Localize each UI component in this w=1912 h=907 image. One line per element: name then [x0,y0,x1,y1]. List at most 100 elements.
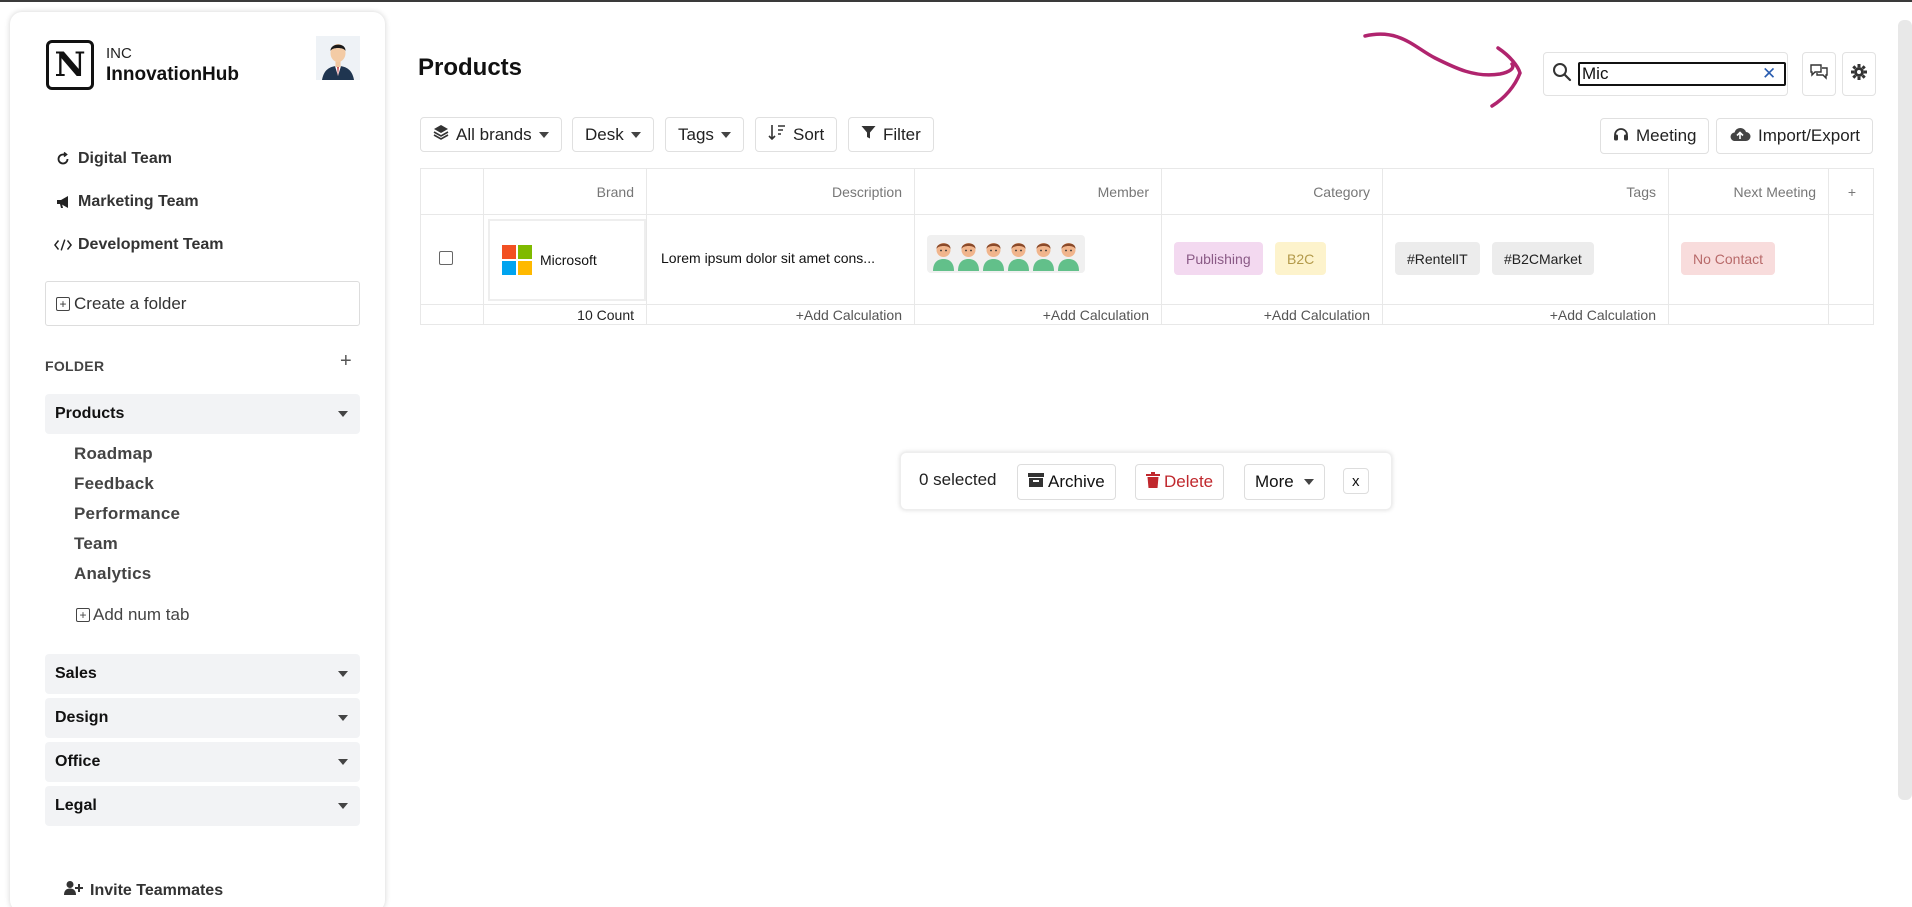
member-avatar-icon[interactable] [1006,237,1031,271]
category-badge-b2c: B2C [1275,242,1327,275]
user-avatar[interactable] [316,36,360,80]
member-avatar-icon[interactable] [1031,237,1056,271]
caret-down-icon [1303,479,1314,485]
folder-label: Office [55,753,101,770]
column-header-brand[interactable]: Brand [484,169,647,214]
delete-button[interactable]: Delete [1135,464,1225,500]
filter-button[interactable]: Filter [848,117,934,152]
chat-icon [1809,63,1829,86]
row-checkbox[interactable] [439,251,453,265]
invite-label: Invite Teammates [90,881,224,899]
folder-design[interactable]: Design [45,698,360,738]
desk-dropdown[interactable]: Desk [572,117,654,152]
chat-button[interactable] [1802,52,1836,96]
company-name: InnovationHub [106,63,239,85]
desk-label: Desk [585,124,624,144]
company-type: INC [106,44,132,62]
sidebar-item-development-team[interactable]: Development Team [54,236,224,254]
brand-cell[interactable]: Microsoft [484,215,647,304]
close-bulk-bar-button[interactable]: x [1343,468,1369,494]
sidebar-item-marketing-team[interactable]: Marketing Team [54,193,199,211]
sidebar-subitem-analytics[interactable]: Analytics [74,564,151,584]
import-export-button[interactable]: Import/Export [1716,118,1874,154]
add-calculation-description[interactable]: +Add Calculation [647,305,915,324]
column-header-next-meeting[interactable]: Next Meeting [1669,169,1829,214]
plus-square-icon: + [76,608,90,622]
search-icon [1552,62,1572,87]
category-cell[interactable]: Publishing B2C [1162,215,1383,304]
sort-button[interactable]: Sort [755,117,838,152]
sidebar-subitem-team[interactable]: Team [74,534,118,554]
member-avatar-icon[interactable] [931,237,956,271]
footer-empty [1829,305,1875,324]
microsoft-logo-icon [502,245,532,275]
caret-down-icon [538,131,549,138]
add-calculation-tags[interactable]: +Add Calculation [1383,305,1669,324]
column-header-tags[interactable]: Tags [1383,169,1669,214]
tags-dropdown[interactable]: Tags [665,117,744,152]
sidebar-item-digital-team[interactable]: Digital Team [54,150,172,168]
tag-badge: #RentelIT [1395,242,1480,275]
meeting-button[interactable]: Meeting [1600,118,1710,154]
caret-down-icon [338,715,348,721]
column-header-description[interactable]: Description [647,169,915,214]
more-dropdown[interactable]: More [1244,464,1325,500]
trash-icon [1146,471,1160,493]
clear-search-icon[interactable]: ✕ [1762,64,1776,84]
description-cell[interactable]: Lorem ipsum dolor sit amet cons... [647,215,915,304]
archive-button[interactable]: Archive [1017,464,1116,500]
member-avatar-icon[interactable] [956,237,981,271]
filter-label: Filter [883,124,921,144]
search-input[interactable] [1578,62,1786,86]
member-avatar-icon[interactable] [1056,237,1081,271]
column-header-member[interactable]: Member [915,169,1162,214]
refresh-icon [54,150,72,168]
footer-empty [1669,305,1829,324]
filter-icon [861,125,876,145]
window-top-border [0,0,1912,2]
layers-icon [433,124,449,145]
bulk-action-bar: 0 selected Archive Delete More x [900,452,1392,510]
code-icon [54,236,72,254]
notion-logo-icon: N [46,40,94,90]
sidebar-item-label: Development Team [78,236,224,253]
scrollbar[interactable] [1898,20,1912,800]
settings-button[interactable] [1842,52,1876,96]
description-text: Lorem ipsum dolor sit amet cons... [661,250,875,266]
table-row[interactable]: Microsoft Lorem ipsum dolor sit amet con… [420,215,1874,305]
sidebar-subitem-roadmap[interactable]: Roadmap [74,444,153,464]
archive-label: Archive [1048,472,1105,491]
add-folder-icon[interactable]: + [340,350,352,373]
workspace-brand[interactable]: N INC InnovationHub [46,40,239,90]
sidebar-subitem-performance[interactable]: Performance [74,504,180,524]
add-tab-label: Add num tab [93,605,190,624]
folder-sales[interactable]: Sales [45,654,360,694]
delete-label: Delete [1164,472,1214,491]
folder-office[interactable]: Office [45,742,360,782]
column-header-category[interactable]: Category [1162,169,1383,214]
next-meeting-cell[interactable]: No Contact [1669,215,1829,304]
sidebar-subitem-feedback[interactable]: Feedback [74,474,154,494]
caret-down-icon [720,131,731,138]
member-cell[interactable] [915,215,1162,304]
cloud-upload-icon [1729,126,1751,147]
member-avatars [927,235,1085,273]
folder-legal[interactable]: Legal [45,786,360,826]
member-avatar-icon[interactable] [981,237,1006,271]
all-brands-dropdown[interactable]: All brands [420,117,562,152]
sidebar-item-label: Digital Team [78,150,172,167]
import-export-label: Import/Export [1758,126,1861,145]
add-column-button[interactable]: + [1829,169,1875,214]
footer-count: 10 Count [484,305,647,324]
caret-down-icon [630,131,641,138]
tags-label: Tags [678,124,714,144]
folder-products[interactable]: Products [45,394,360,434]
caret-down-icon [338,759,348,765]
tags-cell[interactable]: #RentelIT #B2CMarket [1383,215,1669,304]
more-label: More [1255,472,1294,491]
add-calculation-member[interactable]: +Add Calculation [915,305,1162,324]
add-calculation-category[interactable]: +Add Calculation [1162,305,1383,324]
create-folder-button[interactable]: + Create a folder [45,281,360,326]
add-tab-button[interactable]: + Add num tab [76,605,189,625]
invite-teammates-button[interactable]: Invite Teammates [64,880,223,901]
